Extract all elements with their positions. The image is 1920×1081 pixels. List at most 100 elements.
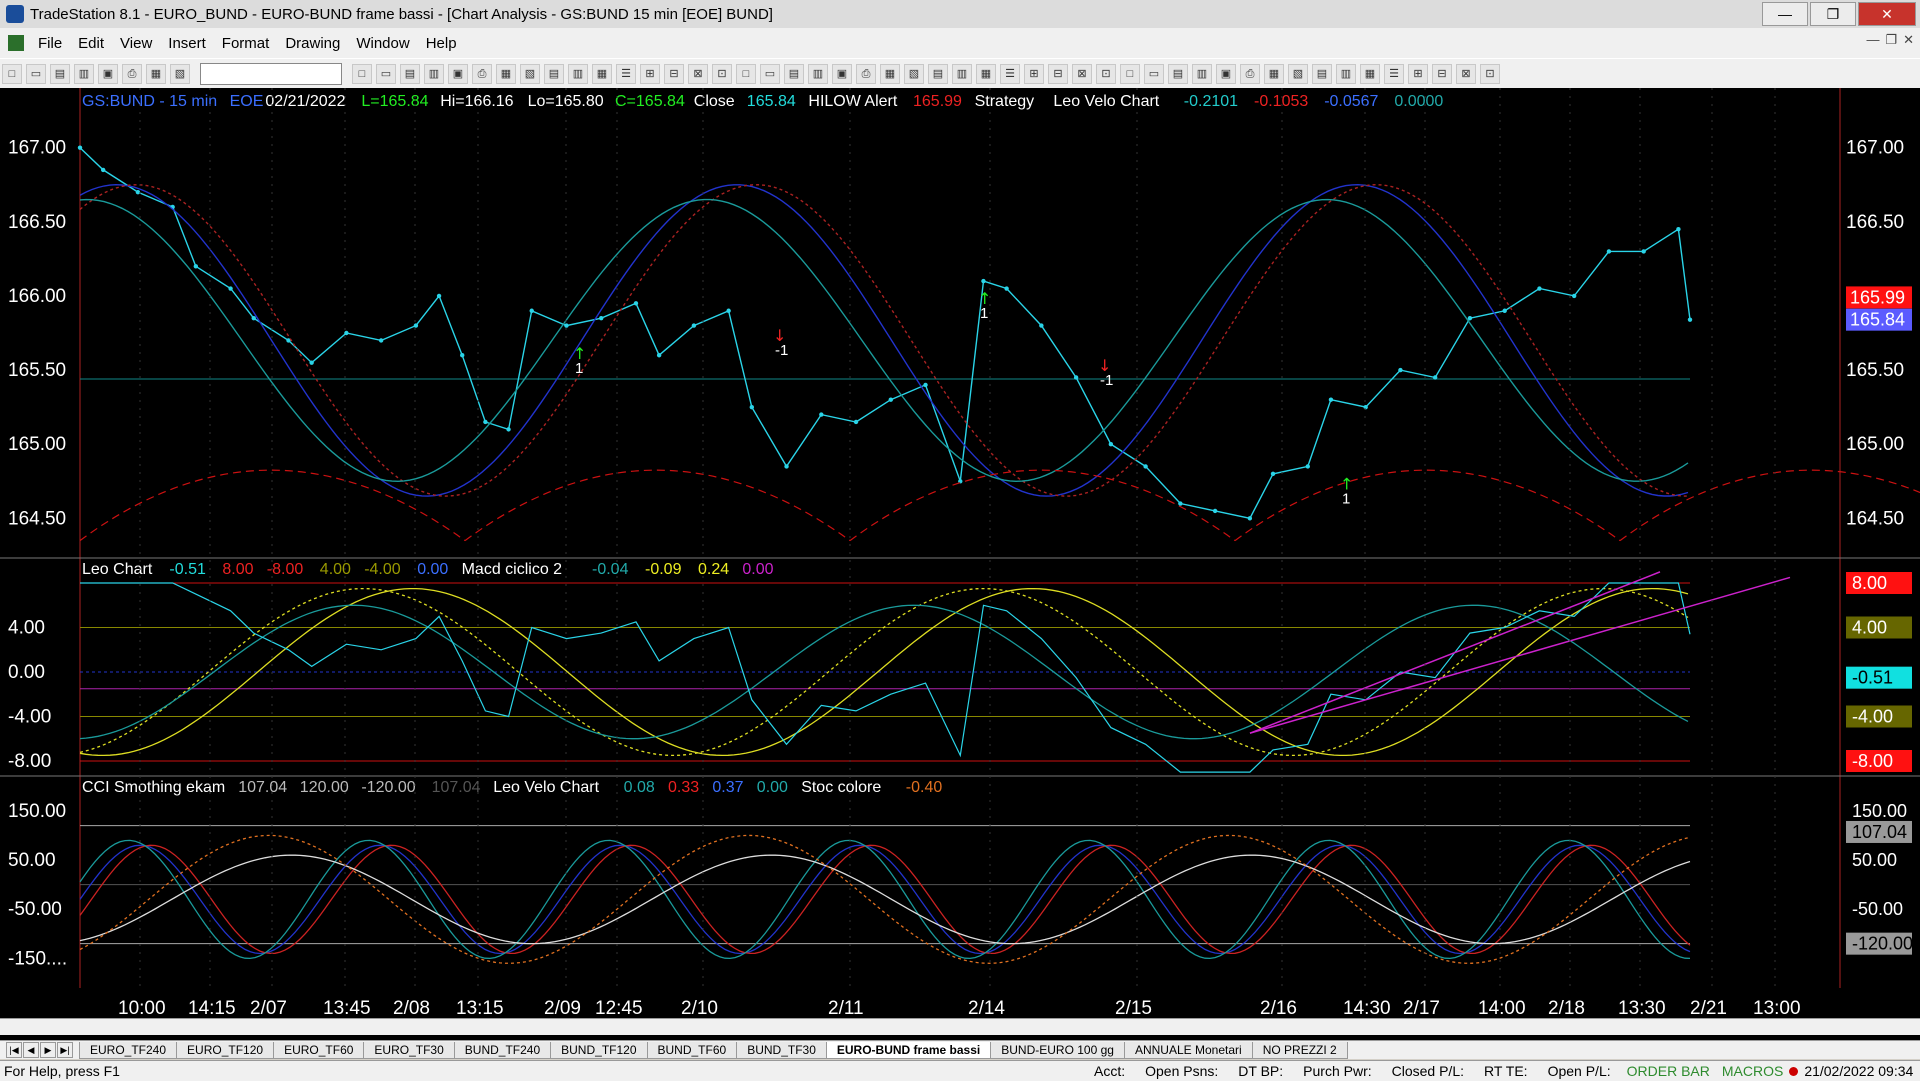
toolbar-tool-icon[interactable]: ▦ (146, 64, 166, 84)
toolbar-tool-icon[interactable]: ▤ (1168, 64, 1188, 84)
toolbar-tool-icon[interactable]: ⊡ (1480, 64, 1500, 84)
workspace-tab[interactable]: BUND_TF240 (453, 1041, 552, 1059)
workspace-tab[interactable]: NO PREZZI 2 (1251, 1041, 1348, 1059)
workspace-tab[interactable]: BUND_TF120 (550, 1041, 648, 1059)
menu-file[interactable]: File (30, 35, 70, 52)
toolbar-tool-icon[interactable]: ⊠ (688, 64, 708, 84)
toolbar-tool-icon[interactable]: ▦ (496, 64, 516, 84)
toolbar-tool-icon[interactable]: ▥ (1192, 64, 1212, 84)
toolbar-tool-icon[interactable]: □ (352, 64, 372, 84)
toolbar-tool-icon[interactable]: ⊟ (1048, 64, 1068, 84)
restore-button[interactable]: ❐ (1810, 2, 1856, 26)
toolbar-tool-icon[interactable]: ⊟ (1432, 64, 1452, 84)
toolbar-tool-icon[interactable]: ▤ (544, 64, 564, 84)
status-acct: Acct: (1094, 1063, 1126, 1079)
workspace-tab[interactable]: BUND_TF30 (736, 1041, 827, 1059)
workspace-tab[interactable]: BUND_TF60 (646, 1041, 738, 1059)
toolbar-tool-icon[interactable]: □ (2, 64, 22, 84)
panel-header-text: -0.51 (169, 561, 206, 578)
last-tab-icon[interactable]: ▶| (57, 1042, 73, 1058)
toolbar-tool-icon[interactable]: ▥ (424, 64, 444, 84)
toolbar-tool-icon[interactable]: ▦ (1264, 64, 1284, 84)
menu-help[interactable]: Help (418, 35, 465, 52)
title-bar: TradeStation 8.1 - EURO_BUND - EURO-BUND… (0, 0, 1920, 29)
toolbar-tool-icon[interactable]: ▥ (952, 64, 972, 84)
chart-svg[interactable]: GS:BUND - 15 min EOE 02/21/2022 L=165.84 Hi=… (0, 88, 1920, 1018)
panel-header-text: HILOW Alert (808, 93, 897, 110)
menu-drawing[interactable]: Drawing (277, 35, 348, 52)
toolbar-tool-icon[interactable]: ▧ (520, 64, 540, 84)
toolbar-tool-icon[interactable]: ▧ (170, 64, 190, 84)
workspace-tab[interactable]: EURO-BUND frame bassi (825, 1041, 992, 1059)
chart-analysis-window[interactable]: GS:BUND - 15 min EOE 02/21/2022 L=165.84 Hi=… (0, 88, 1920, 1046)
toolbar-tool-icon[interactable]: ▥ (74, 64, 94, 84)
workspace-tab[interactable]: EURO_TF30 (363, 1041, 455, 1059)
toolbar-tool-icon[interactable]: ▦ (592, 64, 612, 84)
toolbar-tool-icon[interactable]: ▥ (568, 64, 588, 84)
toolbar-tool-icon[interactable]: ⊞ (640, 64, 660, 84)
toolbar-tool-icon[interactable]: ⊡ (712, 64, 732, 84)
workspace-tab[interactable]: EURO_TF240 (79, 1041, 178, 1059)
toolbar-tool-icon[interactable]: ☰ (616, 64, 636, 84)
document-icon[interactable] (8, 35, 24, 51)
workspace-tab[interactable]: EURO_TF60 (273, 1041, 365, 1059)
mdi-minimize-icon[interactable]: — (1866, 32, 1879, 48)
toolbar-tool-icon[interactable]: ▦ (880, 64, 900, 84)
workspace-tab[interactable]: BUND-EURO 100 gg (990, 1041, 1125, 1059)
menu-format[interactable]: Format (214, 35, 278, 52)
toolbar-tool-icon[interactable]: □ (736, 64, 756, 84)
toolbar-tool-icon[interactable]: ⊟ (664, 64, 684, 84)
toolbar-tool-icon[interactable]: □ (1120, 64, 1140, 84)
toolbar-tool-icon[interactable]: ▥ (1336, 64, 1356, 84)
toolbar-tool-icon[interactable]: ▦ (976, 64, 996, 84)
macros-button[interactable]: MACROS (1716, 1063, 1789, 1079)
toolbar-tool-icon[interactable]: ▣ (832, 64, 852, 84)
toolbar-tool-icon[interactable]: ▤ (50, 64, 70, 84)
toolbar-tool-icon[interactable]: ▦ (1360, 64, 1380, 84)
prev-tab-icon[interactable]: ◀ (23, 1042, 39, 1058)
toolbar-tool-icon[interactable]: ⊞ (1408, 64, 1428, 84)
horizontal-scrollbar[interactable] (0, 1018, 1920, 1035)
workspace-tab[interactable]: EURO_TF120 (176, 1041, 275, 1059)
toolbar-tool-icon[interactable]: ▥ (808, 64, 828, 84)
next-tab-icon[interactable]: ▶ (40, 1042, 56, 1058)
toolbar-tool-icon[interactable]: ⎙ (122, 64, 142, 84)
mdi-restore-icon[interactable]: ❐ (1885, 32, 1897, 48)
menu-view[interactable]: View (112, 35, 160, 52)
order-bar-button[interactable]: ORDER BAR (1621, 1063, 1716, 1079)
toolbar-tool-icon[interactable]: ⎙ (1240, 64, 1260, 84)
minimize-button[interactable]: — (1762, 2, 1808, 26)
toolbar-tool-icon[interactable]: ▣ (448, 64, 468, 84)
first-tab-icon[interactable]: |◀ (6, 1042, 22, 1058)
price-point (656, 353, 662, 358)
toolbar-tool-icon[interactable]: ▧ (904, 64, 924, 84)
toolbar-tool-icon[interactable]: ☰ (1384, 64, 1404, 84)
toolbar-tool-icon[interactable]: ⊡ (1096, 64, 1116, 84)
menu-edit[interactable]: Edit (70, 35, 112, 52)
toolbar-tool-icon[interactable]: ▭ (26, 64, 46, 84)
mdi-close-icon[interactable]: ✕ (1903, 32, 1914, 48)
toolbar-tool-icon[interactable]: ⊠ (1456, 64, 1476, 84)
toolbar-tool-icon[interactable]: ▣ (98, 64, 118, 84)
toolbar-tool-icon[interactable]: ▭ (760, 64, 780, 84)
workspace-tab[interactable]: ANNUALE Monetari (1123, 1041, 1253, 1059)
price-point (413, 323, 419, 328)
menu-window[interactable]: Window (348, 35, 417, 52)
toolbar-tool-icon[interactable]: ⎙ (472, 64, 492, 84)
toolbar-tool-icon[interactable]: ▤ (928, 64, 948, 84)
close-button[interactable]: ✕ (1858, 2, 1916, 26)
toolbar-tool-icon[interactable]: ▤ (784, 64, 804, 84)
toolbar-tool-icon[interactable]: ▣ (1216, 64, 1236, 84)
toolbar-tool-icon[interactable]: ▤ (400, 64, 420, 84)
symbol-select[interactable] (200, 63, 342, 85)
toolbar-tool-icon[interactable]: ▭ (1144, 64, 1164, 84)
toolbar-tool-icon[interactable]: ☰ (1000, 64, 1020, 84)
toolbar-tool-icon[interactable]: ⊞ (1024, 64, 1044, 84)
menu-insert[interactable]: Insert (160, 35, 214, 52)
toolbar-tool-icon[interactable]: ▤ (1312, 64, 1332, 84)
toolbar-tool-icon[interactable]: ⊠ (1072, 64, 1092, 84)
price-point (1537, 286, 1542, 291)
toolbar-tool-icon[interactable]: ▭ (376, 64, 396, 84)
toolbar-tool-icon[interactable]: ⎙ (856, 64, 876, 84)
toolbar-tool-icon[interactable]: ▧ (1288, 64, 1308, 84)
